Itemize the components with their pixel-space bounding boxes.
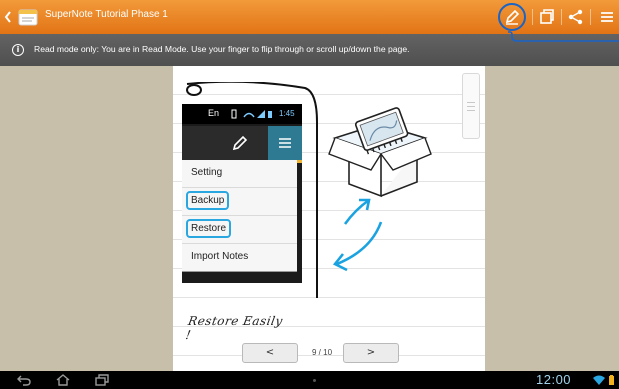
recent-apps-icon[interactable]	[95, 374, 109, 386]
action-separator	[532, 9, 533, 25]
back-chevron-icon[interactable]	[4, 10, 12, 24]
restore-arrows-icon	[332, 198, 383, 272]
next-page-button[interactable]: >	[343, 343, 399, 363]
share-icon[interactable]	[567, 8, 585, 26]
app-title: SuperNote Tutorial Phase 1	[45, 9, 168, 20]
page-separator: /	[318, 348, 321, 357]
grip-line	[467, 102, 475, 103]
nav-indicator-dot	[313, 379, 316, 382]
back-icon[interactable]	[17, 374, 31, 386]
app-notebook-icon[interactable]	[18, 9, 38, 26]
overflow-menu-icon[interactable]	[598, 8, 616, 26]
page-scroll-handle[interactable]	[462, 73, 480, 139]
grip-line	[467, 110, 475, 111]
callout-line	[508, 31, 619, 42]
grip-line	[467, 106, 475, 107]
total-pages: 10	[323, 348, 333, 357]
handwriting-text: Restore Easily !	[184, 314, 284, 342]
info-icon: i	[12, 44, 24, 56]
handwritten-note: Restore Easily !	[185, 310, 290, 342]
current-page: 9	[311, 348, 317, 357]
system-navigation-bar: 12:00	[0, 371, 619, 389]
hand-drawn-phone-outline	[186, 82, 318, 298]
system-clock: 12:00	[536, 372, 572, 387]
read-mode-message: Read mode only: You are in Read Mode. Us…	[34, 44, 410, 54]
action-separator	[590, 9, 591, 25]
edit-pen-icon[interactable]	[503, 8, 521, 26]
pages-icon[interactable]	[538, 8, 556, 26]
home-icon[interactable]	[56, 374, 70, 386]
backup-box-illustration	[328, 107, 432, 198]
page-indicator: 9 / 10	[300, 348, 344, 357]
previous-page-button[interactable]: <	[242, 343, 298, 363]
action-separator	[561, 9, 562, 25]
wifi-battery-icons	[593, 375, 614, 385]
